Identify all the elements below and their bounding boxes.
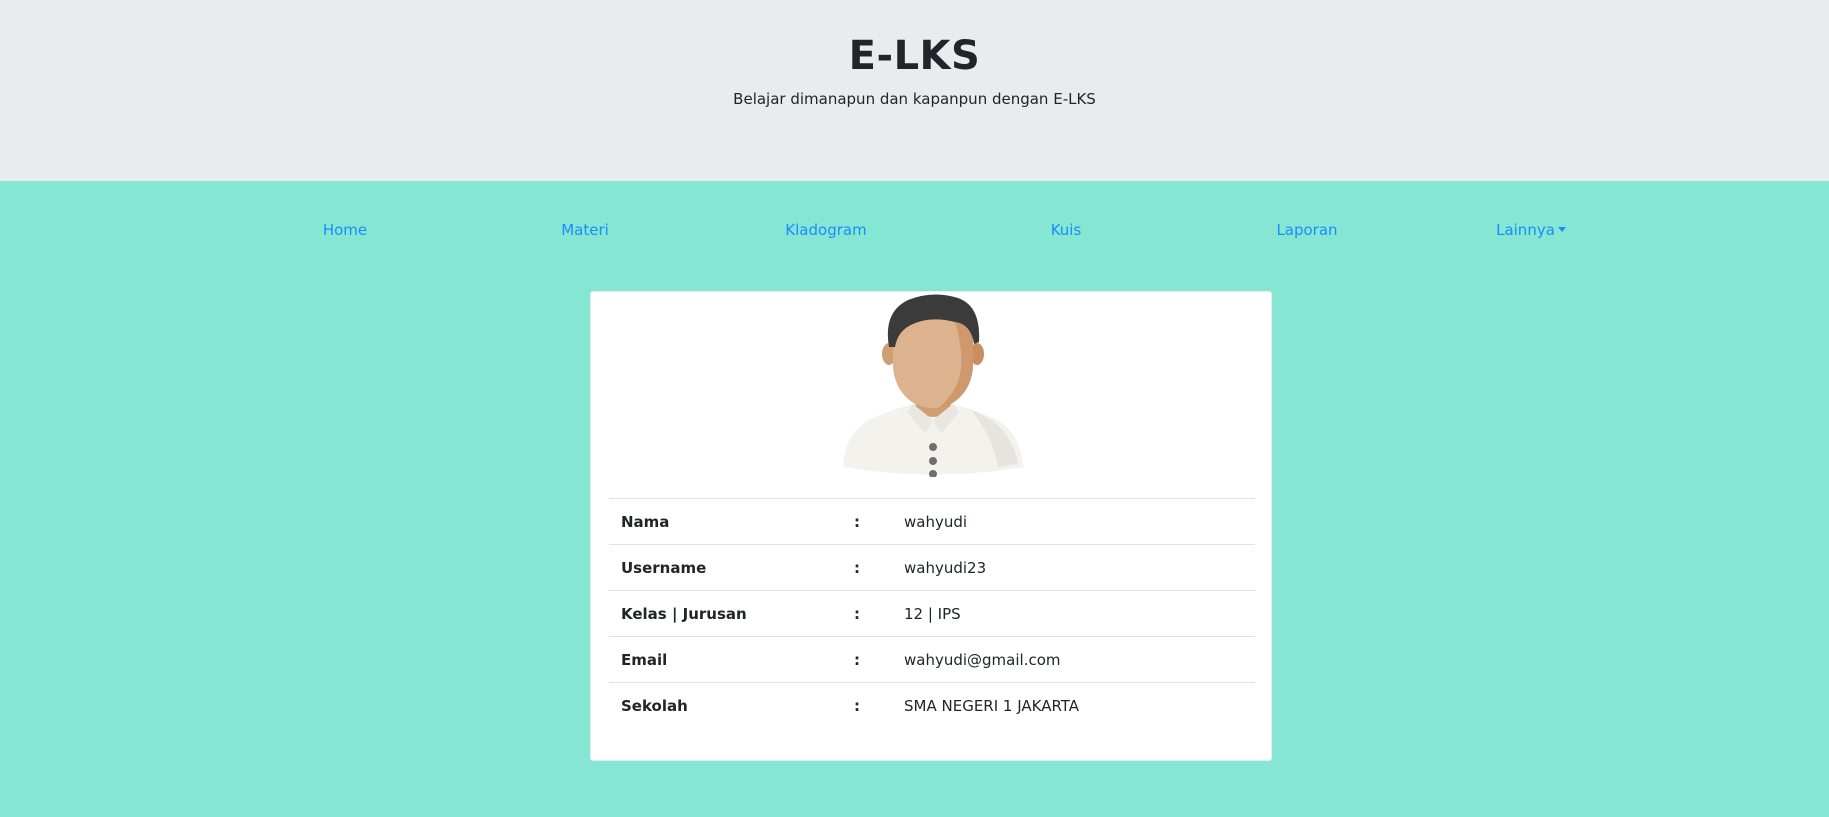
caret-down-icon xyxy=(1557,227,1566,232)
header-jumbotron: E-LKS Belajar dimanapun dan kapanpun den… xyxy=(0,0,1829,181)
row-separator: : xyxy=(854,604,860,623)
row-value: wahyudi xyxy=(904,512,968,531)
nav-materi-link[interactable]: Materi xyxy=(561,221,609,239)
nav-kladogram-link[interactable]: Kladogram xyxy=(785,221,866,239)
nav-lainnya-label: Lainnya xyxy=(1496,221,1555,239)
row-separator: : xyxy=(854,696,860,715)
row-separator: : xyxy=(854,650,860,669)
user-avatar-icon xyxy=(843,294,1023,477)
row-value: SMA NEGERI 1 JAKARTA xyxy=(904,696,1080,715)
nav-kuis-link[interactable]: Kuis xyxy=(1051,221,1082,239)
row-separator: : xyxy=(854,512,860,531)
nav-lainnya-dropdown[interactable]: Lainnya xyxy=(1496,221,1566,239)
row-label: Kelas | Jurusan xyxy=(621,604,747,623)
row-label: Email xyxy=(621,650,668,669)
nav-home-link[interactable]: Home xyxy=(323,221,367,239)
row-value: wahyudi@gmail.com xyxy=(904,650,1061,669)
row-label: Username xyxy=(621,558,707,577)
table-row: Username : wahyudi23 xyxy=(609,544,1255,590)
row-value: 12 | IPS xyxy=(904,604,961,623)
table-row: Nama : wahyudi xyxy=(609,498,1255,544)
table-row: Email : wahyudi@gmail.com xyxy=(609,636,1255,682)
nav-laporan-link[interactable]: Laporan xyxy=(1276,221,1337,239)
table-row: Sekolah : SMA NEGERI 1 JAKARTA xyxy=(609,682,1255,728)
row-label: Nama xyxy=(621,512,670,531)
page-title: E-LKS xyxy=(848,33,981,79)
table-row: Kelas | Jurusan : 12 | IPS xyxy=(609,590,1255,636)
main-nav: Home Materi Kladogram Kuis Laporan Lainn… xyxy=(0,181,1829,290)
row-separator: : xyxy=(854,558,860,577)
row-label: Sekolah xyxy=(621,696,688,715)
profile-card: Nama : wahyudi Username : wahyudi23 Kela… xyxy=(590,291,1272,761)
row-value: wahyudi23 xyxy=(904,558,987,577)
profile-table: Nama : wahyudi Username : wahyudi23 Kela… xyxy=(609,498,1255,728)
page-subtitle: Belajar dimanapun dan kapanpun dengan E-… xyxy=(733,90,1096,108)
